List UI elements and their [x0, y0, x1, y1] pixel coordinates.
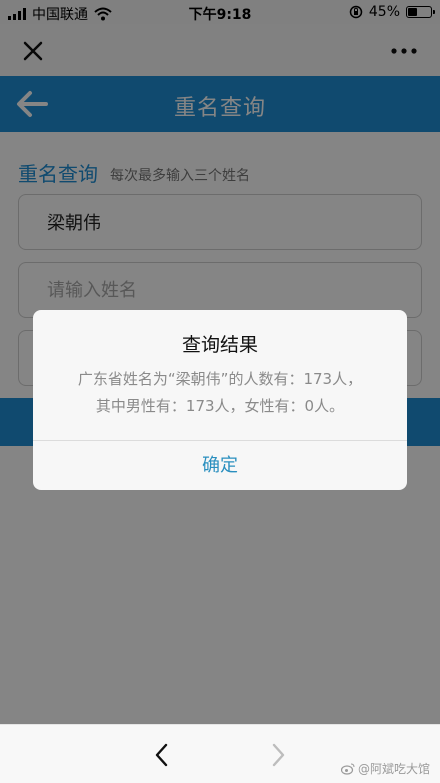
dialog-message-line-2: 其中男性有：173人，女性有：0人。 — [95, 397, 345, 415]
dialog-title: 查询结果 — [181, 334, 258, 356]
nav-back-icon[interactable] — [150, 741, 174, 769]
watermark-text: @阿斌吃大馆 — [357, 762, 430, 776]
dialog-message-line-1: 广东省姓名为“梁朝伟”的人数有：173人， — [77, 370, 363, 388]
confirm-button[interactable]: 确定 — [33, 441, 407, 490]
bottom-nav-bar: @阿斌吃大馆 — [0, 724, 440, 783]
weibo-logo-icon — [340, 763, 355, 775]
dialog-message: 广东省姓名为“梁朝伟”的人数有：173人， 其中男性有：173人，女性有：0人。 — [33, 366, 407, 420]
nav-forward-icon[interactable] — [266, 741, 290, 769]
watermark: @阿斌吃大馆 — [340, 760, 430, 777]
result-dialog: 查询结果 广东省姓名为“梁朝伟”的人数有：173人， 其中男性有：173人，女性… — [33, 310, 407, 490]
